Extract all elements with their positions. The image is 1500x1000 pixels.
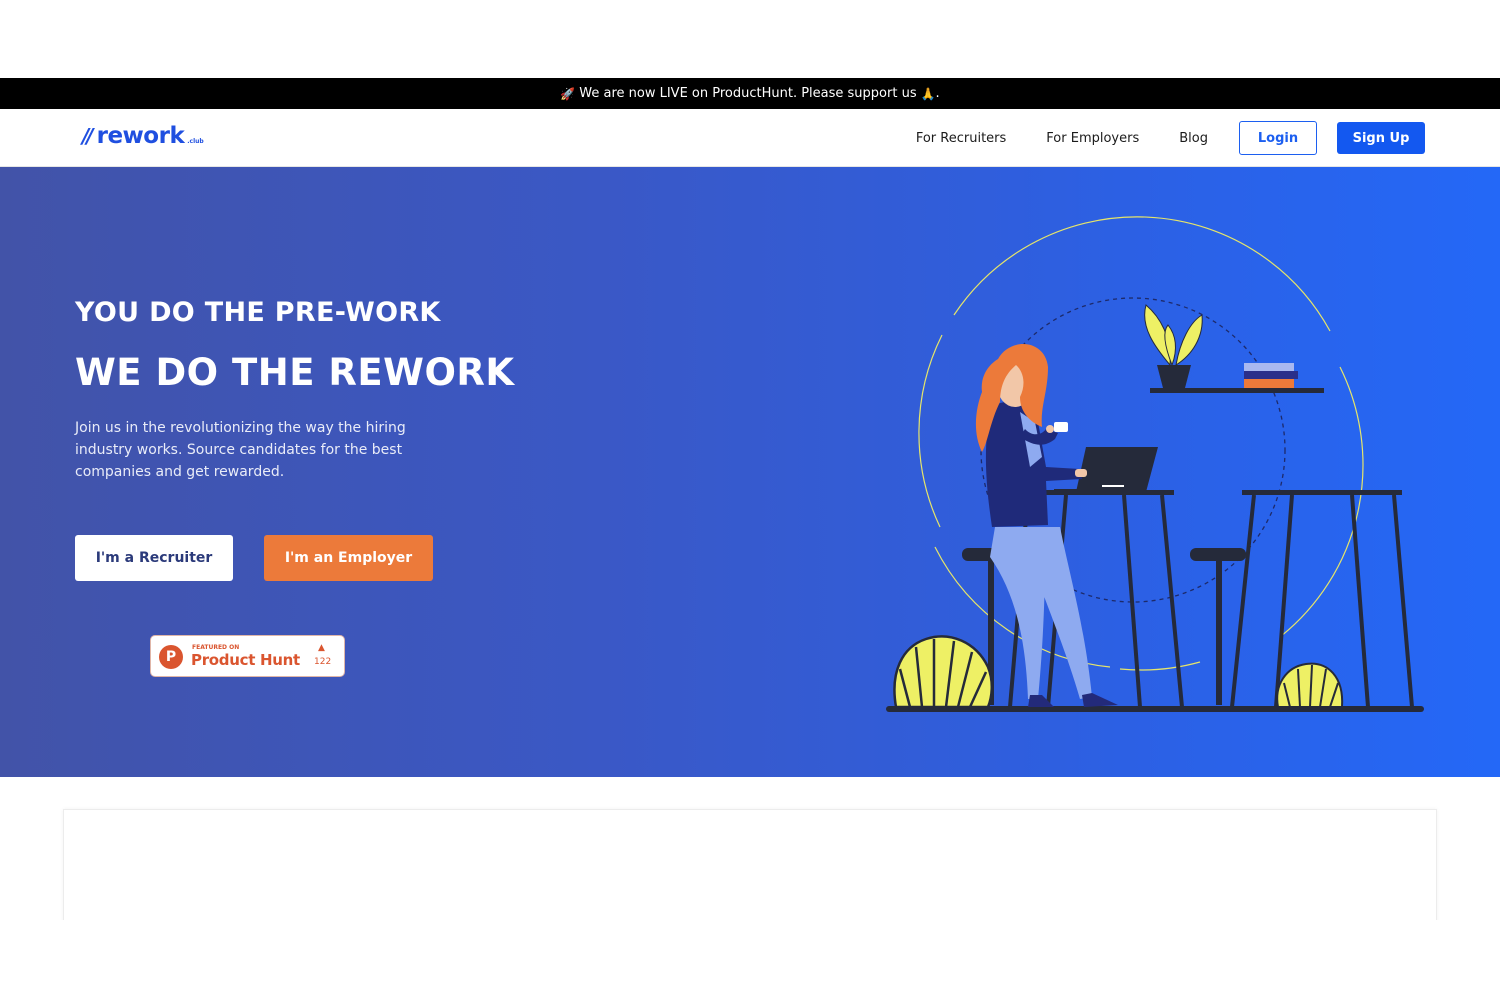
page: 🚀 We are now LIVE on ProductHunt. Please… <box>0 0 1500 1000</box>
product-hunt-badge[interactable]: P FEATURED ON Product Hunt ▲ 122 <box>150 635 345 677</box>
announcement-suffix: . <box>935 86 940 101</box>
signup-button[interactable]: Sign Up <box>1337 122 1425 154</box>
announcement-bar[interactable]: 🚀 We are now LIVE on ProductHunt. Please… <box>0 78 1500 109</box>
login-button[interactable]: Login <box>1239 121 1317 155</box>
rework-logo[interactable]: // rework .club <box>82 123 204 149</box>
logo-name: rework <box>96 123 185 149</box>
right-bush <box>1276 662 1344 708</box>
employer-button[interactable]: I'm an Employer <box>264 535 433 581</box>
nav-for-recruiters[interactable]: For Recruiters <box>916 131 1006 146</box>
main-nav: For Recruiters For Employers Blog Login … <box>916 121 1425 155</box>
logo-suffix: .club <box>187 138 204 145</box>
logo-mark: // <box>82 124 93 148</box>
hero-title: WE DO THE REWORK <box>75 351 515 394</box>
recruiter-button[interactable]: I'm a Recruiter <box>75 535 233 581</box>
left-bush <box>893 635 993 709</box>
hero-subtitle: YOU DO THE PRE-WORK <box>75 297 441 328</box>
hero-section: YOU DO THE PRE-WORK WE DO THE REWORK Joi… <box>0 167 1500 777</box>
nav-for-employers[interactable]: For Employers <box>1046 131 1139 146</box>
announcement-text: We are now LIVE on ProductHunt. Please s… <box>579 86 917 101</box>
product-hunt-featured-label: FEATURED ON <box>192 644 240 651</box>
hero-description: Join us in the revolutionizing the way t… <box>75 420 406 480</box>
pray-icon: 🙏 <box>920 86 936 101</box>
upvote-count: 122 <box>314 657 332 667</box>
site-header: // rework .club For Recruiters For Emplo… <box>0 109 1500 167</box>
product-hunt-icon: P <box>159 645 183 669</box>
upvote-arrow-icon: ▲ <box>318 643 325 653</box>
page-bottom <box>0 920 1500 1000</box>
rocket-icon: 🚀 <box>560 86 576 101</box>
nav-blog[interactable]: Blog <box>1179 131 1208 146</box>
product-hunt-name: Product Hunt <box>191 651 300 669</box>
woman-working-illustration <box>886 216 1424 712</box>
